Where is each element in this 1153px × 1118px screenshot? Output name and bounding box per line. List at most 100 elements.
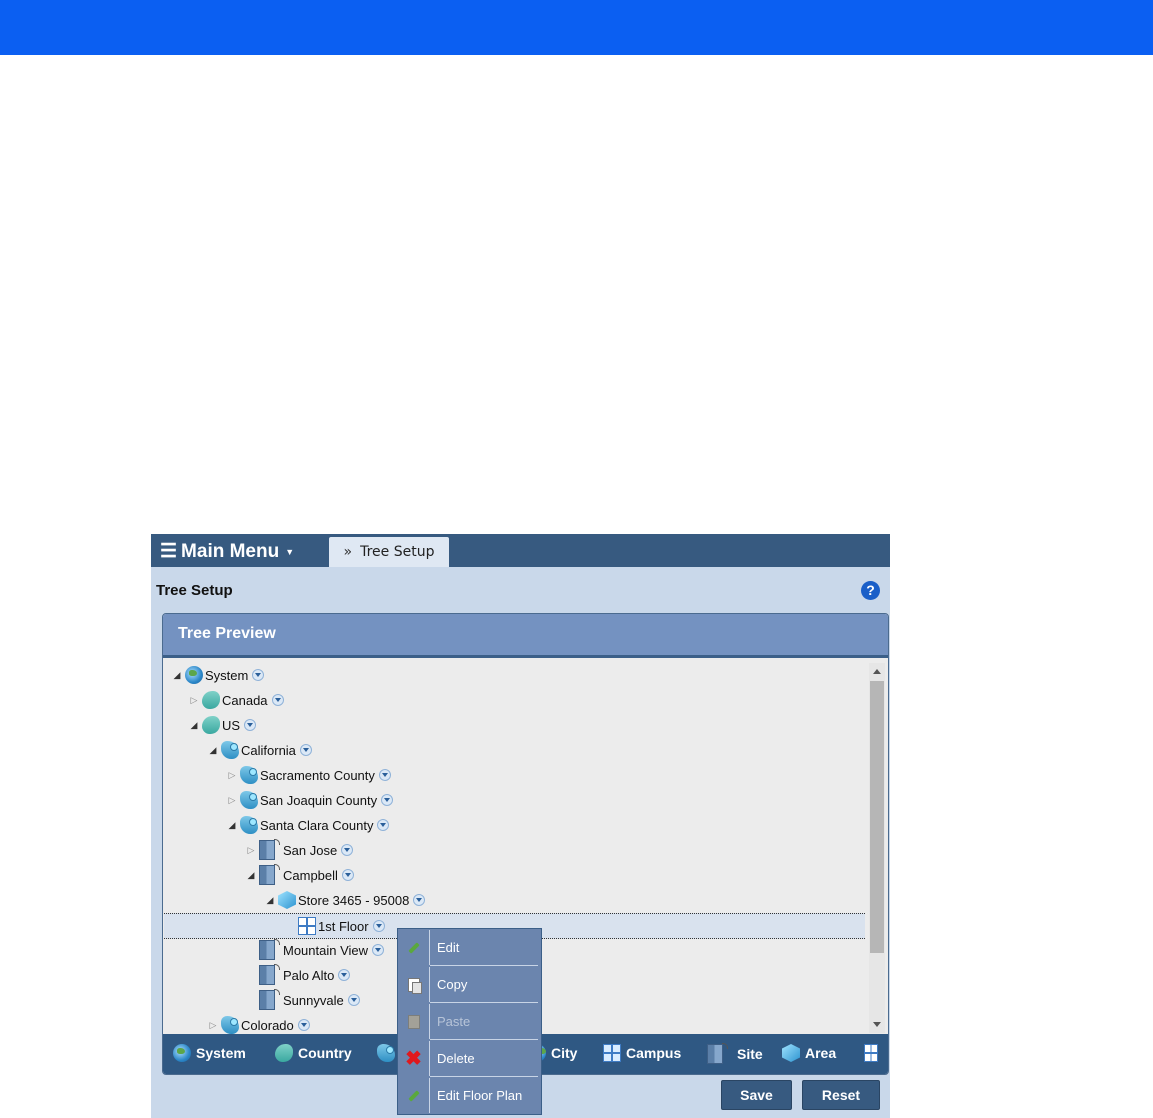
collapsed-arrow-icon[interactable]: ▷ (226, 770, 238, 781)
dropdown-icon[interactable] (372, 944, 385, 956)
tree-node-canada[interactable]: ▷ Canada (188, 688, 284, 712)
menu-item-label: Paste (437, 1014, 471, 1029)
paste-icon (407, 1014, 420, 1029)
panel-header: Tree Preview (163, 614, 888, 658)
legend-site[interactable]: Site (707, 1043, 763, 1064)
dropdown-icon[interactable] (381, 794, 394, 806)
node-label: Sacramento County (260, 767, 375, 783)
legend-state[interactable] (377, 1044, 395, 1062)
legend-label: Country (298, 1045, 352, 1061)
reset-button[interactable]: Reset (802, 1080, 880, 1110)
node-label: US (222, 717, 241, 733)
tree-node-california[interactable]: ◢ California (207, 738, 312, 762)
dropdown-icon[interactable] (347, 994, 360, 1006)
country-icon (275, 1044, 293, 1062)
menu-list-icon: ☰ (160, 541, 178, 562)
copy-icon (407, 977, 422, 994)
menu-separator (430, 1039, 538, 1040)
state-icon (377, 1044, 395, 1062)
dropdown-icon[interactable] (372, 920, 385, 932)
collapsed-arrow-icon[interactable]: ▷ (188, 695, 200, 706)
tree-node-san-joaquin-county[interactable]: ▷ San Joaquin County (226, 788, 394, 812)
tree-node-campbell[interactable]: ◢ Campbell (245, 863, 354, 887)
expanded-arrow-icon[interactable]: ◢ (207, 745, 219, 756)
legend-label: Campus (626, 1045, 682, 1061)
floor-icon (864, 1044, 878, 1062)
tree-node-sunnyvale[interactable]: Sunnyvale (259, 988, 360, 1012)
menu-separator (430, 965, 538, 966)
menu-item-label: Edit (437, 940, 460, 955)
collapsed-arrow-icon[interactable]: ▷ (245, 845, 257, 856)
tab-tree-setup[interactable]: » Tree Setup (329, 537, 449, 567)
expanded-arrow-icon[interactable]: ◢ (188, 720, 200, 731)
scroll-down-arrow-icon[interactable] (873, 1022, 881, 1027)
state-icon (221, 1016, 239, 1034)
dropdown-icon[interactable] (338, 969, 351, 981)
tree-node-palo-alto[interactable]: Palo Alto (259, 963, 351, 987)
dropdown-icon[interactable] (244, 719, 257, 731)
panel-title: Tree Preview (178, 625, 276, 642)
copy-item-icon-cell (398, 967, 430, 1002)
scroll-up-arrow-icon[interactable] (873, 669, 881, 674)
main-menu-button[interactable]: ☰ Main Menu ▼ (160, 540, 294, 563)
tree-node-mountain-view[interactable]: Mountain View (259, 938, 385, 962)
menu-item-delete[interactable]: ✖ Delete (398, 1041, 541, 1076)
tree-scrollbar[interactable] (869, 663, 885, 1033)
collapsed-arrow-icon[interactable]: ▷ (207, 1020, 219, 1031)
dropdown-icon[interactable] (271, 694, 284, 706)
city-icon (259, 839, 280, 860)
tree-node-us[interactable]: ◢ US (188, 713, 257, 737)
legend-campus[interactable]: Campus (603, 1044, 681, 1062)
legend-country[interactable]: Country (275, 1044, 352, 1062)
expanded-arrow-icon[interactable]: ◢ (245, 870, 257, 881)
delete-item-icon-cell: ✖ (398, 1041, 430, 1076)
paste-item-icon-cell (398, 1004, 430, 1039)
node-label: Store 3465 - 95008 (298, 892, 410, 908)
node-label: Mountain View (283, 942, 369, 958)
dropdown-icon[interactable] (297, 1019, 310, 1031)
menu-item-edit[interactable]: Edit (398, 930, 541, 965)
tree-node-san-jose[interactable]: ▷ San Jose (245, 838, 354, 862)
legend-label: Area (805, 1045, 837, 1061)
help-icon[interactable]: ? (861, 581, 880, 600)
city-icon (259, 864, 280, 885)
expanded-arrow-icon[interactable]: ◢ (226, 820, 238, 831)
legend-label: City (551, 1045, 578, 1061)
page-title: Tree Setup (156, 582, 233, 599)
dropdown-icon[interactable] (413, 894, 426, 906)
globe-icon (185, 666, 203, 684)
node-label: Canada (222, 692, 268, 708)
floor-icon (298, 917, 316, 935)
legend-label: Site (737, 1046, 763, 1062)
double-chevron-icon: » (343, 544, 353, 560)
tree-node-store-3465[interactable]: ◢ Store 3465 - 95008 (264, 888, 426, 912)
county-icon (240, 816, 258, 834)
expanded-arrow-icon[interactable]: ◢ (171, 670, 183, 681)
menu-item-edit-floor-plan[interactable]: Edit Floor Plan (398, 1078, 541, 1113)
dropdown-icon[interactable] (252, 669, 265, 681)
legend-system[interactable]: System (173, 1044, 246, 1062)
tree-node-sacramento-county[interactable]: ▷ Sacramento County (226, 763, 391, 787)
area-icon (278, 891, 296, 909)
state-icon (221, 741, 239, 759)
expanded-arrow-icon[interactable]: ◢ (264, 895, 276, 906)
dropdown-icon[interactable] (377, 819, 390, 831)
menu-item-copy[interactable]: Copy (398, 967, 541, 1002)
dropdown-icon[interactable] (341, 869, 354, 881)
country-icon (202, 716, 220, 734)
legend-floor[interactable] (864, 1044, 878, 1062)
tree-node-santa-clara-county[interactable]: ◢ Santa Clara County (226, 813, 390, 837)
city-icon (259, 989, 280, 1010)
dropdown-icon[interactable] (378, 769, 391, 781)
node-label: 1st Floor (318, 918, 369, 934)
node-label: Colorado (241, 1017, 294, 1033)
dropdown-icon[interactable] (299, 744, 312, 756)
legend-area[interactable]: Area (782, 1044, 836, 1062)
tree-node-system[interactable]: ◢ System (171, 663, 265, 687)
collapsed-arrow-icon[interactable]: ▷ (226, 795, 238, 806)
scrollbar-thumb[interactable] (870, 681, 884, 953)
save-button[interactable]: Save (721, 1080, 792, 1110)
menu-item-label: Copy (437, 977, 468, 992)
dropdown-icon[interactable] (341, 844, 354, 856)
context-menu: Edit Copy Paste ✖ Delete Edit Floor Plan (397, 928, 542, 1115)
